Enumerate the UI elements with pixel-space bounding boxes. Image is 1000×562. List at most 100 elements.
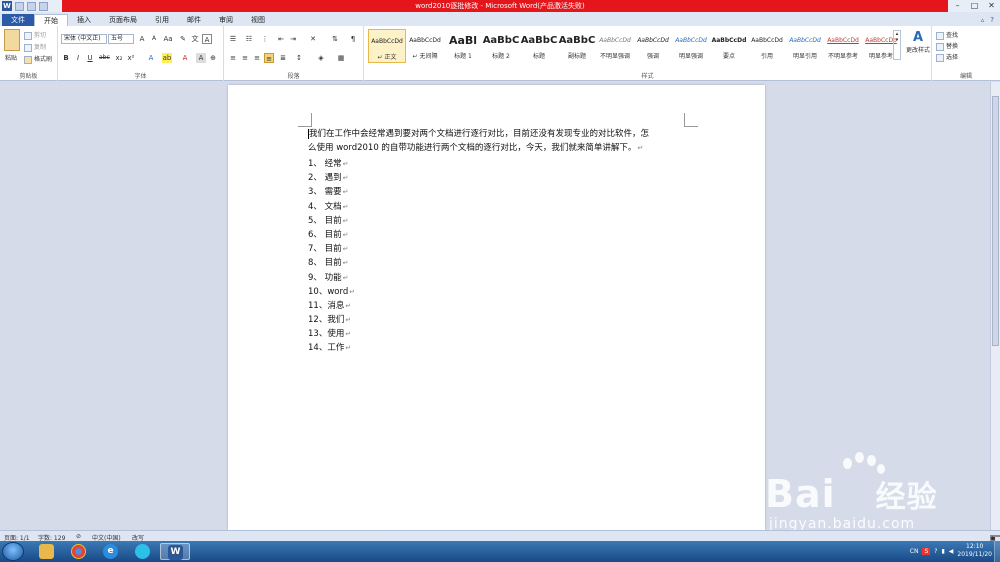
taskbar-explorer[interactable] — [32, 543, 62, 560]
bullets-icon[interactable]: ☰ — [228, 34, 238, 44]
style-strong[interactable]: AaBbCcDd 要点 — [710, 29, 748, 63]
numbering-icon[interactable]: ☷ — [244, 34, 254, 44]
tab-mailings[interactable]: 邮件 — [178, 14, 210, 26]
tab-insert[interactable]: 插入 — [68, 14, 100, 26]
paste-icon[interactable] — [4, 29, 20, 51]
tab-page-layout[interactable]: 页面布局 — [100, 14, 146, 26]
style-subtitle[interactable]: AaBbC 副标题 — [558, 29, 596, 63]
styles-gallery: AaBbCcDd ↵ 正文 AaBbCcDd ↵ 无间隔 AaBl 标题 1 AaBb… — [366, 29, 897, 65]
text-effects-icon[interactable]: A — [146, 53, 156, 63]
undo-icon[interactable] — [27, 1, 36, 11]
document-page[interactable]: 我们在工作中会经常遇到要对两个文档进行逐行对比，目前还没有发现专业的对比软件，怎… — [228, 85, 765, 530]
select-button[interactable]: 选择 — [936, 52, 958, 62]
align-left-icon[interactable]: ≡ — [228, 53, 238, 63]
align-right-icon[interactable]: ≡ — [252, 53, 262, 63]
minimize-icon[interactable]: – — [949, 0, 966, 12]
redo-icon[interactable] — [39, 1, 48, 11]
style-quote[interactable]: AaBbCcDd 引用 — [748, 29, 786, 63]
style-subtle-reference[interactable]: AaBbCcDd 不明显参考 — [824, 29, 862, 63]
proofing-icon[interactable]: ⊘ — [76, 533, 81, 540]
style-heading-2[interactable]: AaBbC 标题 2 — [482, 29, 520, 63]
align-center-icon[interactable]: ≡ — [240, 53, 250, 63]
volume-icon[interactable]: ◀ — [949, 548, 954, 555]
replace-icon — [936, 42, 944, 51]
style-intense-quote[interactable]: AaBbCcDd 明显引用 — [786, 29, 824, 63]
italic-icon[interactable]: I — [73, 53, 83, 63]
window-title: word2010逐批修改 - Microsoft Word(产品激活失败) — [415, 2, 585, 10]
increase-indent-icon[interactable]: ⇥ — [288, 34, 298, 44]
scrollbar-thumb[interactable] — [992, 96, 999, 346]
format-painter-button[interactable]: 格式刷 — [24, 54, 52, 64]
change-case-icon[interactable]: Aa — [163, 34, 173, 44]
font-size-select[interactable]: 五号 — [108, 34, 134, 44]
taskbar-app[interactable] — [128, 543, 158, 560]
style-heading-1[interactable]: AaBl 标题 1 — [444, 29, 482, 63]
clear-format-icon[interactable]: ✎ — [178, 34, 188, 44]
show-desktop-button[interactable] — [994, 541, 1000, 562]
style-normal[interactable]: AaBbCcDd ↵ 正文 — [368, 29, 406, 63]
chinese-layout-icon[interactable]: ✕ — [308, 34, 318, 44]
taskbar-word[interactable]: W — [160, 543, 190, 560]
replace-button[interactable]: 替换 — [936, 41, 958, 51]
subscript-icon[interactable]: x₂ — [114, 53, 124, 63]
network-icon[interactable]: ▮ — [941, 548, 944, 555]
multilevel-list-icon[interactable]: ⋮ — [260, 34, 270, 44]
ribbon-minimize-icon[interactable]: ▵ — [981, 16, 985, 24]
font-name-select[interactable]: 宋体 (中文正) — [61, 34, 107, 44]
tab-review[interactable]: 审阅 — [210, 14, 242, 26]
style-subtle-emphasis[interactable]: AaBbCcDd 不明显强调 — [596, 29, 634, 63]
help-icon[interactable]: ? — [990, 16, 994, 24]
taskbar: e W CN S ? ▮ ◀ 12:10 2019/11/20 — [0, 541, 1000, 562]
taskbar-chrome[interactable] — [64, 543, 94, 560]
copy-button[interactable]: 复制 — [24, 42, 46, 52]
tab-file[interactable]: 文件 — [2, 14, 34, 26]
show-marks-icon[interactable]: ¶ — [348, 34, 358, 44]
underline-icon[interactable]: U — [85, 53, 95, 63]
intro-paragraph: 我们在工作中会经常遇到要对两个文档进行逐行对比，目前还没有发现专业的对比软件，怎… — [308, 128, 650, 153]
tab-references[interactable]: 引用 — [146, 14, 178, 26]
font-color-icon[interactable]: A — [180, 53, 190, 63]
enclosed-char-icon[interactable]: ⊕ — [208, 53, 218, 63]
change-styles-button[interactable]: A 更改样式 — [906, 30, 930, 54]
highlight-icon[interactable]: ab — [162, 53, 172, 63]
decrease-indent-icon[interactable]: ⇤ — [276, 34, 286, 44]
sort-icon[interactable]: ⇅ — [330, 34, 340, 44]
line-spacing-icon[interactable]: ↕ — [294, 53, 304, 63]
taskbar-ie[interactable]: e — [96, 543, 126, 560]
styles-scroll-icon[interactable]: ▴ ▾ — [893, 30, 901, 60]
ime-icon[interactable]: S — [922, 547, 931, 555]
char-border-icon[interactable]: A — [202, 34, 212, 44]
distributed-icon[interactable]: ≣ — [278, 53, 288, 63]
style-title[interactable]: AaBbC 标题 — [520, 29, 558, 63]
superscript-icon[interactable]: x² — [126, 53, 136, 63]
tab-home[interactable]: 开始 — [34, 14, 68, 26]
maximize-icon[interactable]: □ — [966, 0, 983, 12]
paste-button[interactable]: 粘贴 — [5, 53, 17, 62]
phonetic-icon[interactable]: 文 — [190, 34, 200, 44]
grow-font-icon[interactable]: A — [137, 34, 147, 44]
save-icon[interactable] — [15, 1, 24, 11]
shrink-font-icon[interactable]: A — [149, 34, 159, 44]
justify-icon[interactable]: ≡ — [264, 53, 274, 63]
style-intense-emphasis[interactable]: AaBbCcDd 明显强调 — [672, 29, 710, 63]
folder-icon — [39, 544, 54, 559]
style-emphasis[interactable]: AaBbCcDd 强调 — [634, 29, 672, 63]
find-button[interactable]: 查找 — [936, 30, 958, 40]
document-body[interactable]: 我们在工作中会经常遇到要对两个文档进行逐行对比，目前还没有发现专业的对比软件，怎… — [308, 127, 698, 356]
tab-view[interactable]: 视图 — [242, 14, 274, 26]
cut-button[interactable]: 剪切 — [24, 30, 46, 40]
bold-icon[interactable]: B — [61, 53, 71, 63]
shading-icon[interactable]: ◈ — [316, 53, 326, 63]
char-shading-icon[interactable]: A — [196, 53, 206, 63]
help-tray-icon[interactable]: ? — [934, 548, 937, 555]
close-icon[interactable]: ✕ — [983, 0, 1000, 12]
style-no-spacing[interactable]: AaBbCcDd ↵ 无间隔 — [406, 29, 444, 63]
chrome-icon — [71, 544, 86, 559]
start-button[interactable] — [2, 542, 24, 561]
clipboard-group-label: 剪贴板 — [19, 73, 38, 80]
clock[interactable]: 12:10 2019/11/20 — [957, 543, 992, 559]
borders-icon[interactable]: ▦ — [336, 53, 346, 63]
word-app-icon[interactable]: W — [2, 1, 12, 11]
tray-lang[interactable]: CN — [910, 548, 919, 555]
strikethrough-icon[interactable]: abc — [99, 53, 110, 63]
